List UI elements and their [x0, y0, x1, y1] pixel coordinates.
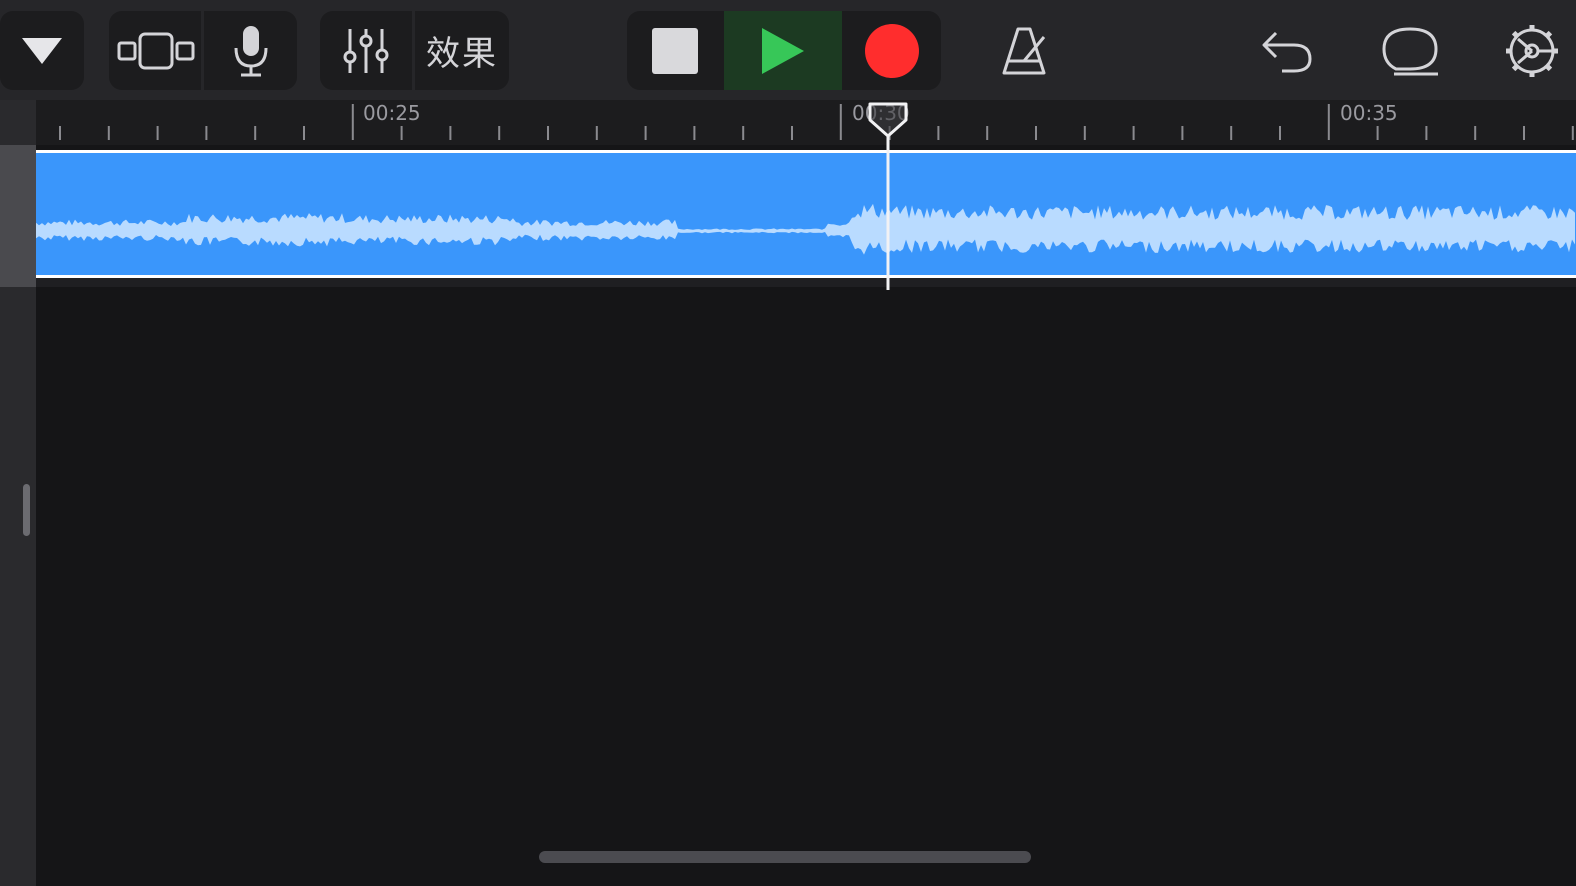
- metronome-button[interactable]: [990, 11, 1064, 90]
- record-icon: [864, 23, 920, 79]
- play-icon: [760, 26, 806, 76]
- loop-browser-button[interactable]: [1370, 11, 1450, 90]
- timeline-ruler[interactable]: 00:25 00:30 00:35: [36, 100, 1576, 145]
- ruler-label-35: 00:35: [1340, 101, 1398, 125]
- track-controls-button[interactable]: [320, 11, 412, 90]
- play-button[interactable]: [724, 11, 842, 90]
- record-button[interactable]: [843, 11, 941, 90]
- sliders-icon: [341, 27, 391, 75]
- settings-button[interactable]: [1496, 11, 1568, 90]
- home-indicator: [539, 851, 1031, 863]
- undo-icon: [1260, 27, 1314, 75]
- track-view-icon: [113, 31, 197, 71]
- control-bar: 效果: [0, 0, 1576, 100]
- stop-icon: [652, 27, 698, 74]
- ruler-label-25: 00:25: [363, 101, 421, 125]
- triangle-down-icon: [0, 11, 84, 90]
- loop-icon: [1380, 25, 1440, 77]
- effects-label: 效果: [426, 34, 498, 74]
- view-toggle-button[interactable]: [109, 11, 201, 90]
- track-lane-bottom: [36, 278, 1576, 287]
- gear-icon: [1504, 23, 1560, 79]
- waveform: [36, 203, 1575, 255]
- transport-group: [627, 11, 941, 90]
- stop-button[interactable]: [627, 11, 723, 90]
- mix-group: 效果: [320, 11, 509, 90]
- instrument-button[interactable]: [204, 11, 297, 90]
- undo-button[interactable]: [1252, 11, 1322, 90]
- metronome-icon: [1000, 25, 1054, 77]
- track-header-resize-handle[interactable]: [23, 484, 30, 536]
- ruler-label-30: 00:30: [852, 101, 910, 125]
- tracks-menu-button[interactable]: [0, 11, 84, 90]
- audio-region[interactable]: [36, 150, 1576, 278]
- effects-button[interactable]: 效果: [415, 11, 509, 90]
- microphone-icon: [231, 24, 271, 78]
- track-header[interactable]: [0, 145, 36, 287]
- view-group: [109, 11, 297, 90]
